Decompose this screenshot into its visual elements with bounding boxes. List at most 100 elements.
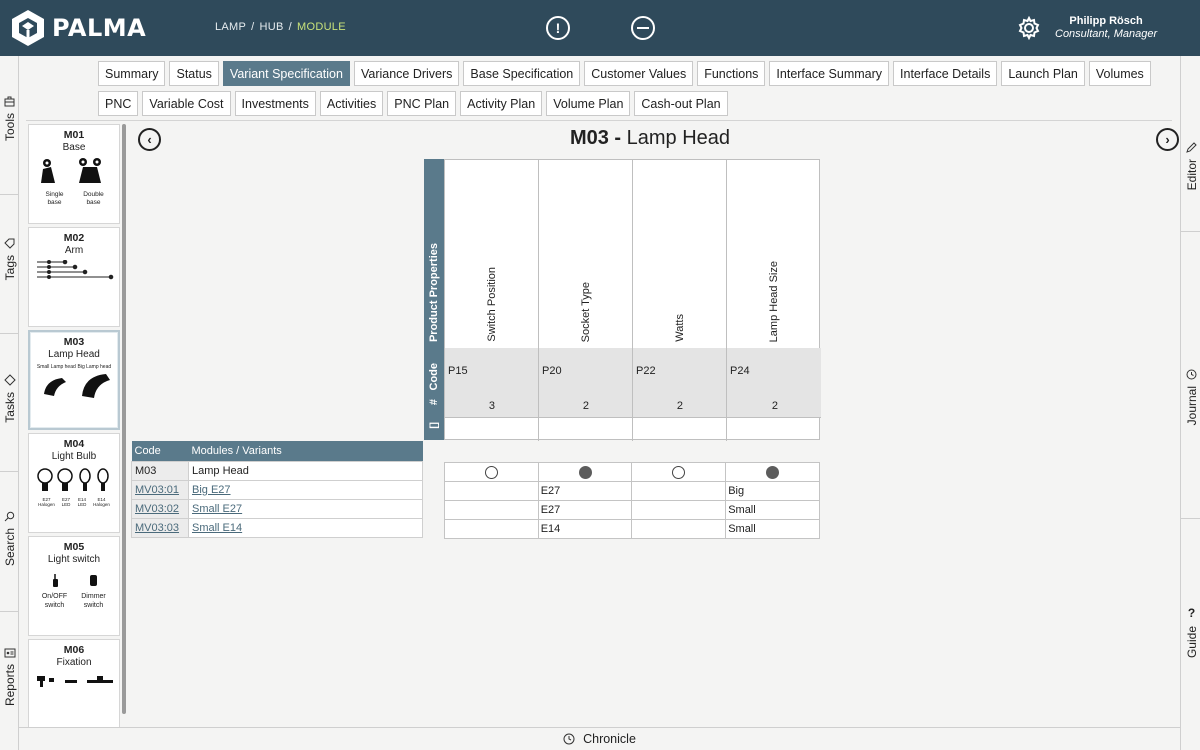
light-bulb-icon [37, 468, 109, 491]
tab-cash-out-plan[interactable]: Cash-out Plan [634, 91, 728, 116]
flag-cell[interactable] [725, 462, 820, 482]
module-illustration [35, 672, 113, 728]
next-module-button[interactable]: › [1156, 128, 1179, 151]
module-row-code: M03 [131, 460, 189, 481]
page-title-name: Lamp Head [626, 127, 731, 149]
page-title-dash: - [614, 127, 622, 149]
previous-module-button[interactable]: ‹ [138, 128, 161, 151]
variant-code-link[interactable]: MV03:02 [135, 503, 179, 515]
sidebar-item-editor[interactable]: Editor [1182, 142, 1200, 190]
module-card-m02[interactable]: M02 Arm [28, 227, 120, 327]
value-cell[interactable] [444, 519, 539, 539]
tab-pnc-plan[interactable]: PNC Plan [387, 91, 457, 116]
flag-cell[interactable] [631, 462, 727, 482]
app-name: PALMA [52, 14, 147, 42]
tag-icon [4, 238, 15, 249]
exclamation-circle-icon[interactable]: ! [546, 16, 570, 40]
value-cell[interactable]: E27 [537, 500, 633, 520]
variant-values-table: E27 Big E27 Small E14 Small [444, 462, 820, 539]
app-logo[interactable]: PALMA [10, 9, 146, 47]
tab-status[interactable]: Status [169, 61, 219, 86]
tab-activity-plan[interactable]: Activity Plan [460, 91, 543, 116]
column-header-code: Code [131, 441, 189, 461]
variant-code-link[interactable]: MV03:03 [135, 522, 179, 534]
tab-variant-specification[interactable]: Variant Specification [222, 61, 350, 86]
module-list-scrollbar[interactable] [122, 124, 126, 714]
sidebar-item-tools[interactable]: Tools [0, 96, 19, 141]
tab-activities[interactable]: Activities [319, 91, 384, 116]
flag-cell[interactable] [444, 462, 539, 482]
module-card-m05[interactable]: M05 Light switch On/OFF switch Dimmer sw… [28, 536, 120, 636]
count-label: # [428, 399, 440, 406]
variant-name-link[interactable]: Small E27 [192, 503, 242, 515]
module-code: M04 [63, 438, 85, 450]
tab-pnc[interactable]: PNC [98, 91, 139, 116]
tab-launch-plan[interactable]: Launch Plan [1001, 61, 1085, 86]
tab-variable-cost[interactable]: Variable Cost [142, 91, 231, 116]
breadcrumb-lamp[interactable]: LAMP [215, 21, 246, 33]
property-code: P20 [542, 365, 562, 377]
tab-interface-details[interactable]: Interface Details [893, 61, 998, 86]
property-name: Socket Type [579, 281, 592, 342]
module-name: Base [62, 142, 86, 153]
properties-columns: Switch Position P15 3 Socket Type P20 2 … [444, 159, 821, 441]
tab-row: Summary Status Variant Specification Var… [98, 61, 1151, 86]
value-cell[interactable] [444, 500, 539, 520]
module-card-m01[interactable]: M01 Base Single base Double base [28, 124, 120, 224]
gear-icon[interactable] [1017, 16, 1041, 40]
property-column-watts[interactable]: Watts P22 2 [633, 160, 727, 441]
module-code: M05 [63, 541, 85, 553]
module-card-m03[interactable]: M03 Lamp Head Small Lamp head Big Lamp h… [28, 330, 120, 430]
chronicle-bar[interactable]: Chronicle [19, 727, 1180, 750]
module-illustration: Small Lamp head Big Lamp head [36, 364, 112, 424]
module-illustration [35, 259, 114, 320]
module-illustration: Single base Double base [35, 157, 113, 217]
property-column-lamp-head-size[interactable]: Lamp Head Size P24 2 [727, 160, 821, 441]
tab-interface-summary[interactable]: Interface Summary [769, 61, 890, 86]
module-card-m06[interactable]: M06 Fixation [28, 639, 120, 728]
sidebar-item-label: Editor [1184, 159, 1199, 191]
value-cell[interactable] [631, 500, 727, 520]
property-code: P15 [448, 365, 468, 377]
breadcrumb-hub[interactable]: HUB [260, 21, 284, 33]
property-column-switch-position[interactable]: Switch Position P15 3 [445, 160, 539, 441]
module-caption: E14 Halogen [93, 497, 110, 507]
tab-customer-values[interactable]: Customer Values [584, 61, 694, 86]
value-cell[interactable] [444, 481, 539, 501]
sidebar-item-tags[interactable]: Tags [0, 238, 19, 280]
tab-summary[interactable]: Summary [98, 61, 166, 86]
module-caption: Single base [45, 191, 64, 206]
tab-functions[interactable]: Functions [697, 61, 766, 86]
sidebar-item-guide[interactable]: ? Guide [1182, 606, 1200, 658]
sidebar-item-tasks[interactable]: Tasks [0, 374, 19, 423]
minus-circle-icon[interactable] [631, 16, 655, 40]
value-cell[interactable] [631, 481, 727, 501]
tab-investments[interactable]: Investments [234, 91, 316, 116]
property-column-socket-type[interactable]: Socket Type P20 2 [539, 160, 633, 441]
module-code: M06 [63, 644, 85, 656]
tab-variance-drivers[interactable]: Variance Drivers [353, 61, 460, 86]
sidebar-item-search[interactable]: Search [0, 511, 19, 566]
value-cell[interactable]: E14 [537, 519, 633, 539]
sidebar-item-reports[interactable]: Reports [0, 648, 19, 706]
variant-name-link[interactable]: Big E27 [192, 484, 231, 496]
value-cell[interactable]: Small [725, 500, 820, 520]
variant-name-link[interactable]: Small E14 [192, 522, 242, 534]
sidebar-item-journal[interactable]: Journal [1182, 369, 1200, 425]
value-cell[interactable]: Small [725, 519, 820, 539]
user-name: Philipp Rösch [1069, 15, 1143, 27]
empty-circle-icon [672, 465, 686, 479]
page-title: M03 - Lamp Head [400, 127, 900, 150]
clock-icon [1186, 369, 1197, 380]
tab-volume-plan[interactable]: Volume Plan [546, 91, 631, 116]
flag-cell[interactable] [537, 462, 633, 482]
tab-volumes[interactable]: Volumes [1088, 61, 1151, 86]
chronicle-label: Chronicle [583, 732, 636, 746]
value-cell[interactable]: E27 [537, 481, 633, 501]
variant-code-link[interactable]: MV03:01 [135, 484, 179, 496]
value-cell[interactable] [631, 519, 727, 539]
user-menu[interactable]: Philipp Rösch Consultant, Manager [1017, 15, 1157, 41]
tab-base-specification[interactable]: Base Specification [463, 61, 581, 86]
value-cell[interactable]: Big [725, 481, 820, 501]
module-card-m04[interactable]: M04 Light Bulb E27 Halogen E27 LED E14 L… [28, 433, 120, 533]
